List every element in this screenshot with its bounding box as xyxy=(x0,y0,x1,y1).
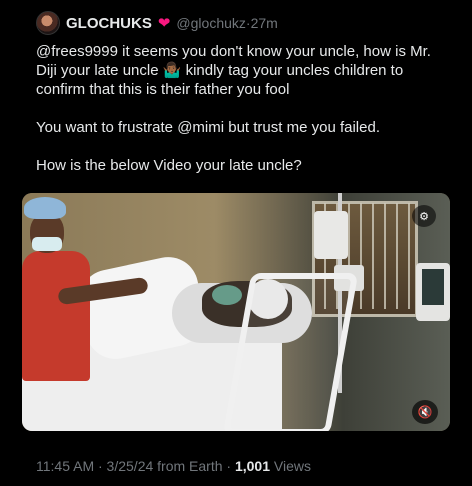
nurse xyxy=(22,193,149,431)
views-count[interactable]: 1,001 xyxy=(235,458,270,474)
oxygen-mask xyxy=(212,285,242,305)
heart-icon: ❤ xyxy=(157,14,171,32)
speaker-mute-icon[interactable]: 🔇 xyxy=(412,400,438,424)
tweet-header: GLOCHUKS ❤ @glochukz·27m xyxy=(36,11,278,35)
infusion-pump xyxy=(314,211,348,259)
tweet-text: @frees9999 it seems you don't know your … xyxy=(36,42,446,175)
handle[interactable]: @glochukz·27m xyxy=(176,15,277,31)
avatar[interactable] xyxy=(36,11,60,35)
gif-settings-icon[interactable]: ⚙ xyxy=(412,205,436,227)
nurse-mask xyxy=(32,237,62,251)
views-label: Views xyxy=(270,458,311,474)
tweet-video[interactable]: ⚙ 🔇 xyxy=(22,193,450,431)
tweet-meta: 11:45 AM · 3/25/24 from Earth · 1,001 Vi… xyxy=(36,458,311,474)
display-name[interactable]: GLOCHUKS xyxy=(66,15,152,32)
time-ago[interactable]: 27m xyxy=(251,15,278,31)
tweet-paragraph-2: You want to frustrate @mimi but trust me… xyxy=(36,119,380,136)
nurse-uniform xyxy=(22,251,90,381)
nurse-cap xyxy=(24,197,66,219)
timestamp[interactable]: 11:45 AM · 3/25/24 from Earth · xyxy=(36,458,235,474)
tweet-paragraph-1: @frees9999 it seems you don't know your … xyxy=(36,43,431,98)
patient-monitor-screen xyxy=(422,269,444,305)
tweet-paragraph-3: How is the below Video your late uncle? xyxy=(36,157,302,174)
tweet-card: GLOCHUKS ❤ @glochukz·27m @frees9999 it s… xyxy=(22,0,450,486)
